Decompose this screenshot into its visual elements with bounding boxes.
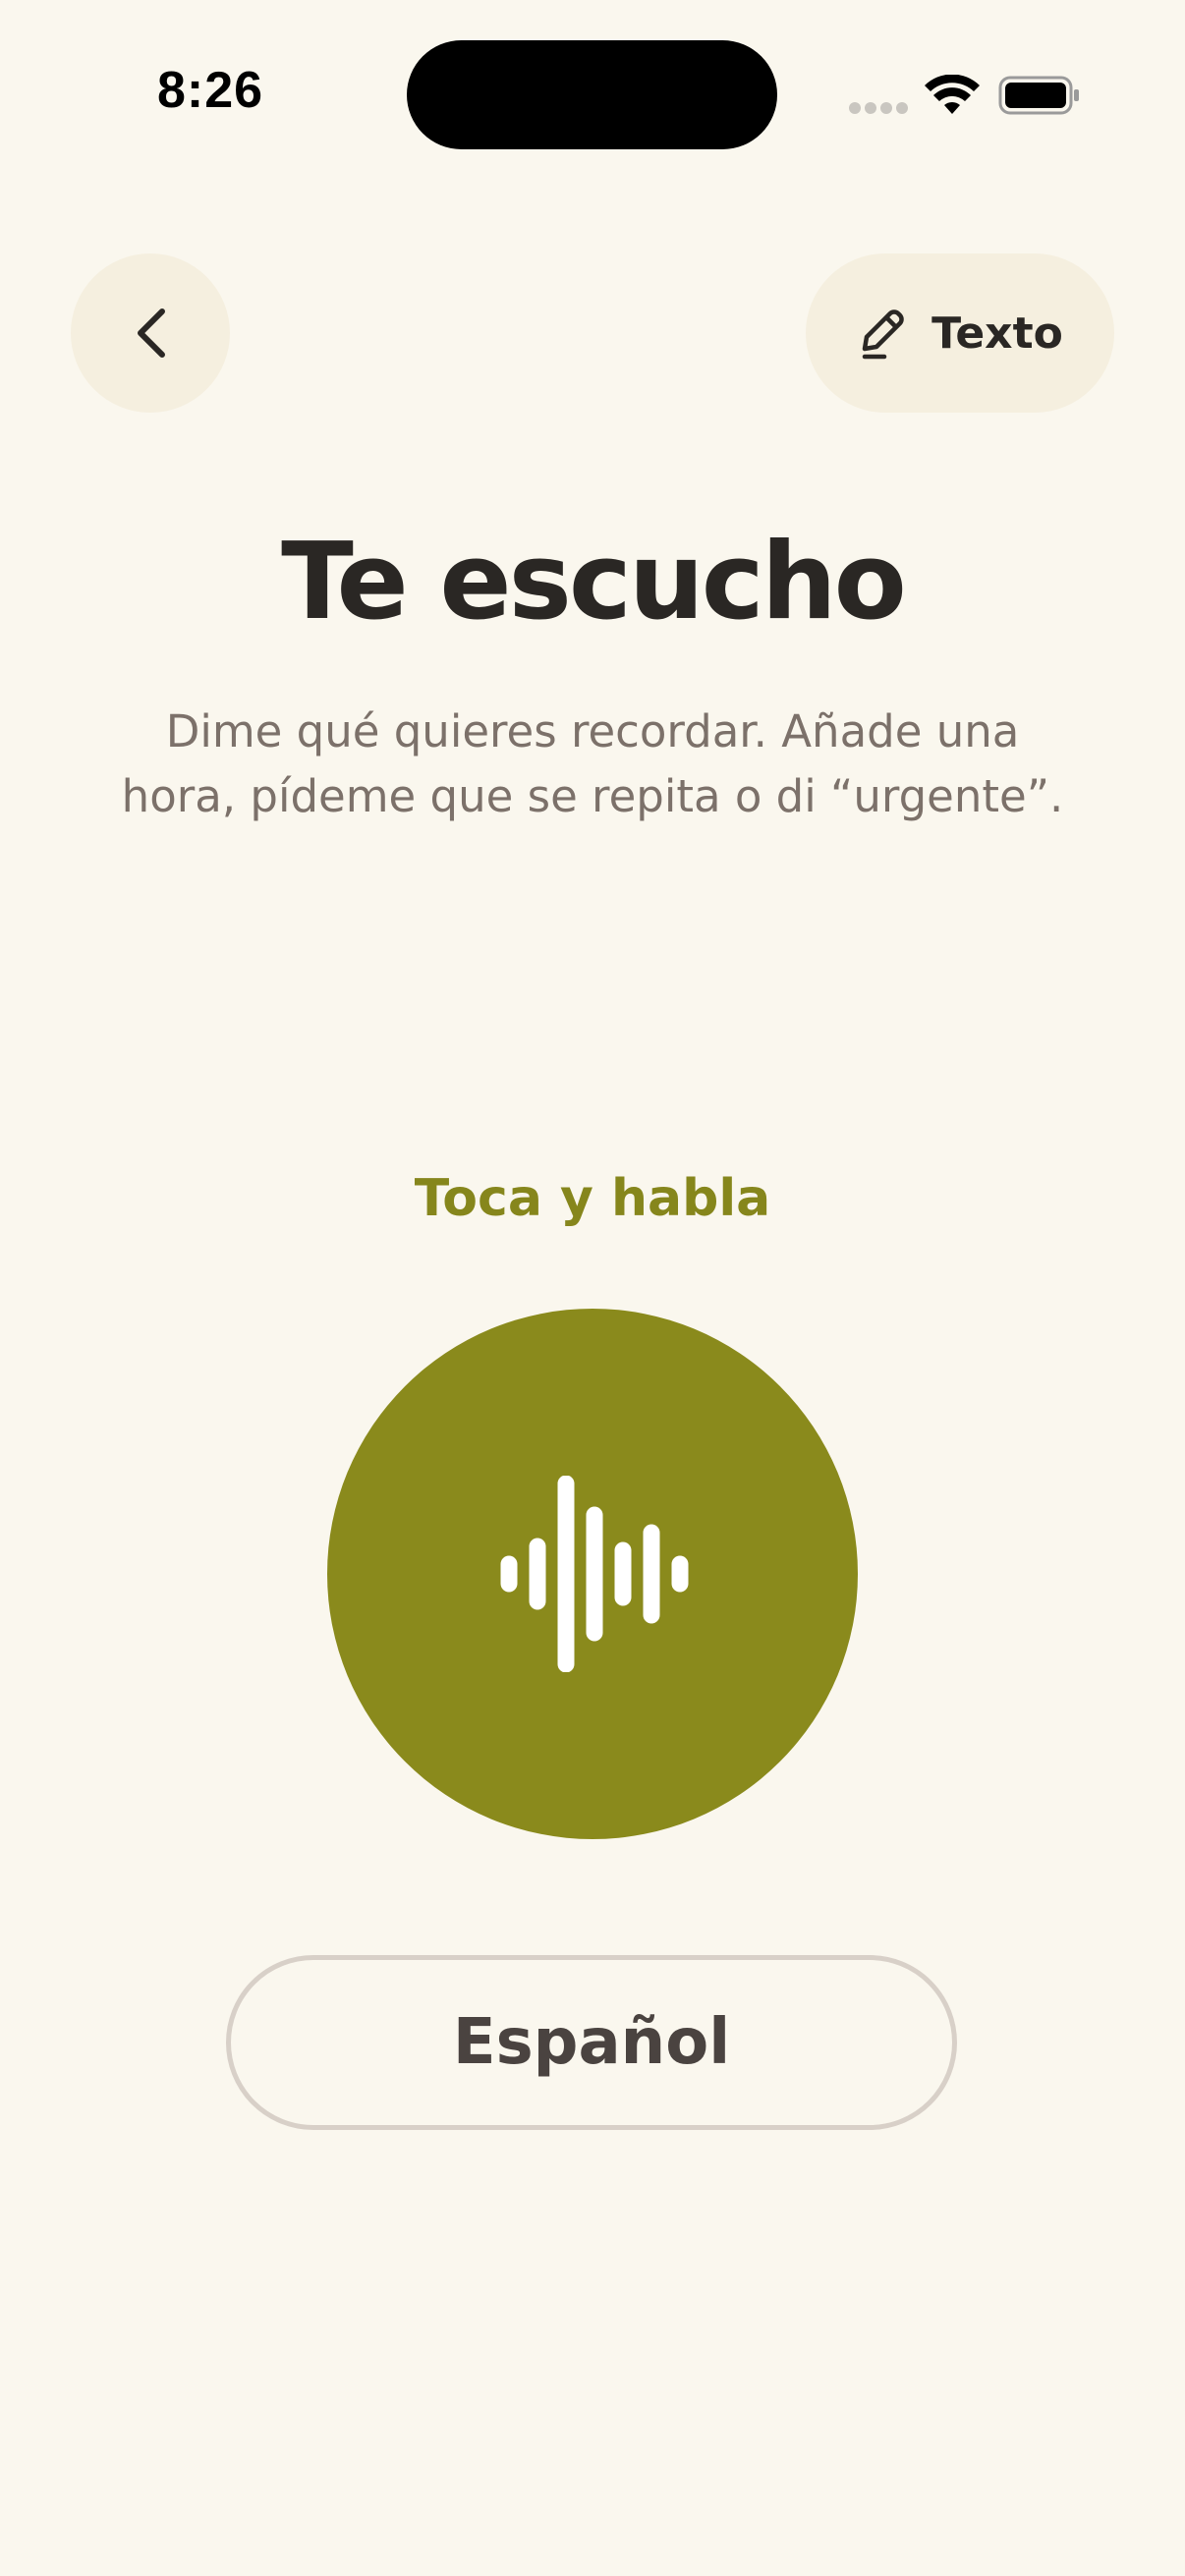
chevron-left-icon bbox=[138, 308, 165, 358]
voice-record-button[interactable] bbox=[327, 1309, 858, 1839]
language-selector-button[interactable]: Español bbox=[226, 1955, 957, 2130]
status-time: 8:26 bbox=[157, 62, 264, 119]
text-input-button[interactable]: Texto bbox=[806, 253, 1114, 413]
cellular-signal-icon bbox=[849, 102, 908, 114]
language-label: Español bbox=[452, 2006, 731, 2079]
text-button-label: Texto bbox=[931, 308, 1063, 359]
back-button[interactable] bbox=[71, 253, 230, 413]
battery-icon bbox=[998, 76, 1079, 115]
dynamic-island bbox=[407, 40, 777, 149]
pencil-icon bbox=[862, 309, 904, 360]
page-title: Te escucho bbox=[281, 521, 907, 644]
waveform-icon bbox=[500, 1476, 689, 1672]
wifi-icon bbox=[925, 75, 980, 114]
page-subtitle: Dime qué quieres recordar. Añade una hor… bbox=[121, 705, 1064, 822]
tap-to-speak-prompt: Toca y habla bbox=[414, 1169, 771, 1228]
